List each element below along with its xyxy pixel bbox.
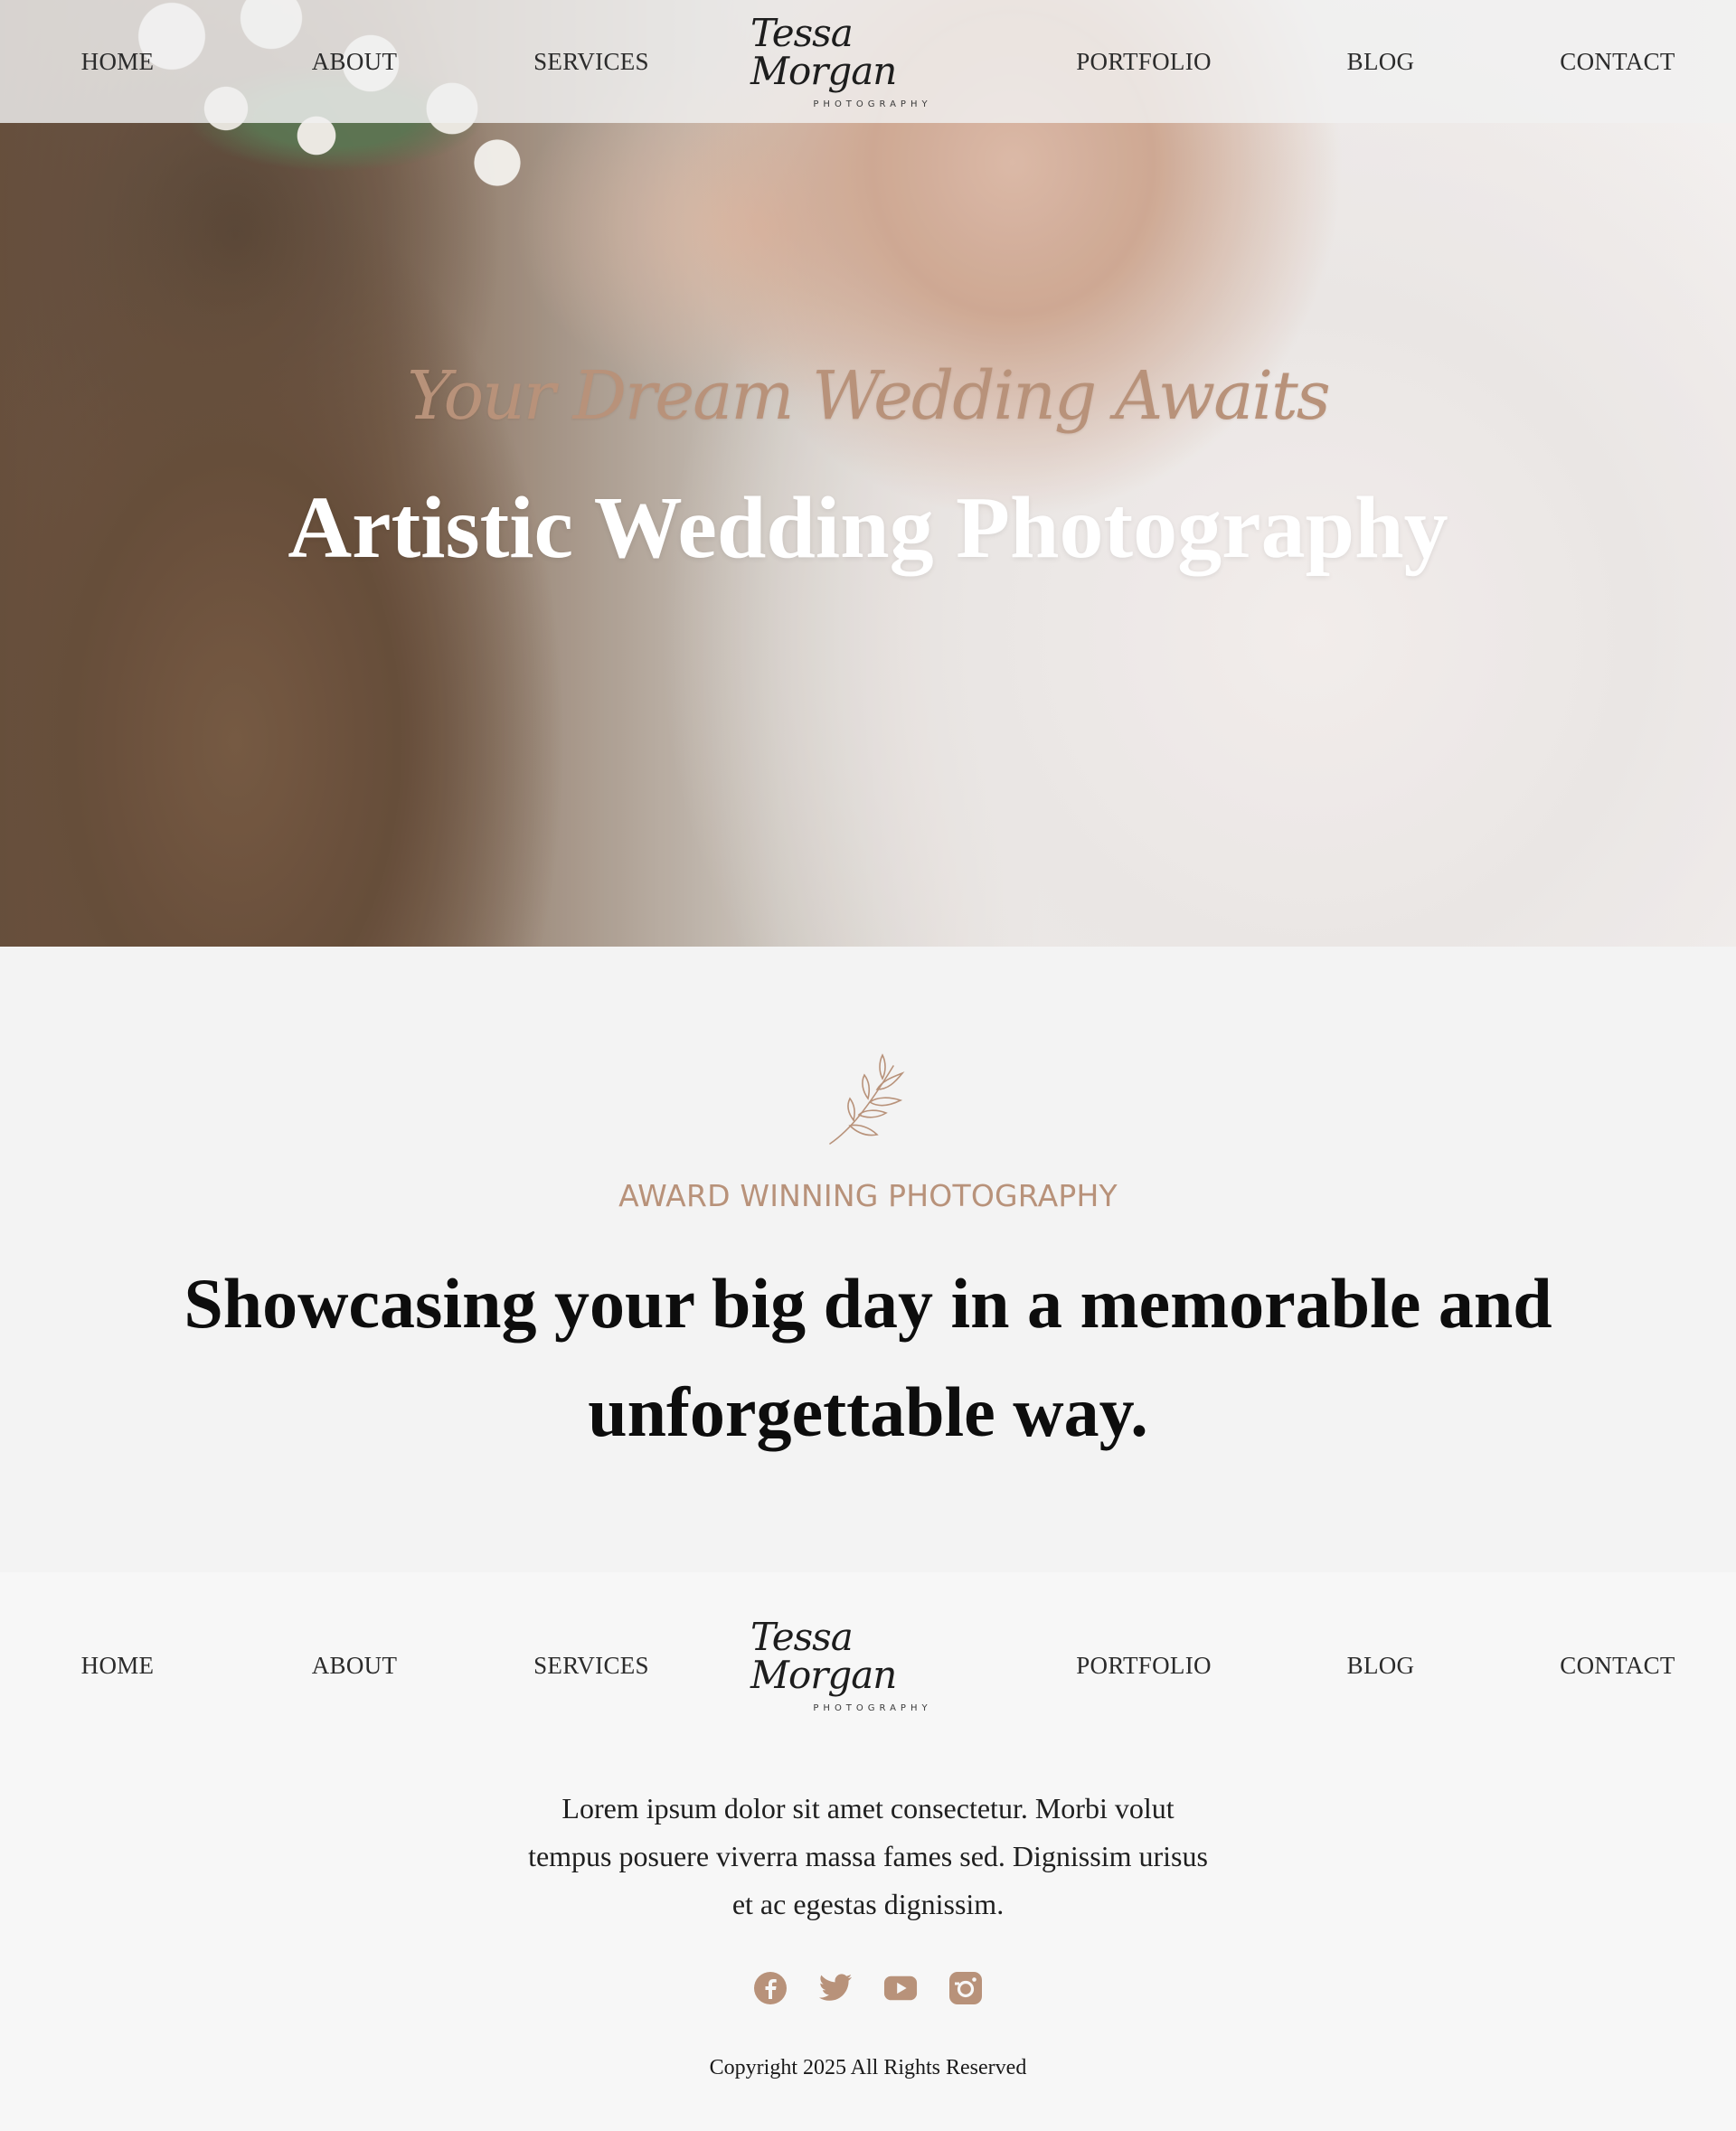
social-links bbox=[0, 1971, 1736, 2005]
nav-services[interactable]: SERVICES bbox=[492, 0, 691, 123]
award-headline: Showcasing your big day in a memorable a… bbox=[184, 1264, 1552, 1451]
hero-section bbox=[0, 0, 1736, 947]
nav-contact[interactable]: CONTACT bbox=[1518, 0, 1717, 123]
logo-script-text: Tessa Morgan bbox=[750, 10, 897, 93]
footer-logo[interactable]: Tessa Morgan PHOTOGRAPHY bbox=[750, 1617, 995, 1713]
nav-about[interactable]: ABOUT bbox=[255, 0, 454, 123]
nav-portfolio[interactable]: PORTFOLIO bbox=[1044, 0, 1243, 123]
facebook-icon[interactable] bbox=[753, 1971, 788, 2005]
instagram-icon[interactable] bbox=[948, 1971, 983, 2005]
footer-nav-blog[interactable]: BLOG bbox=[1281, 1604, 1480, 1727]
footer-navigation: HOME ABOUT SERVICES Tessa Morgan PHOTOGR… bbox=[0, 1604, 1736, 1727]
copyright-text: Copyright 2025 All Rights Reserved bbox=[709, 2056, 1027, 2079]
footer-nav-portfolio[interactable]: PORTFOLIO bbox=[1044, 1604, 1243, 1727]
logo-subtitle: PHOTOGRAPHY bbox=[813, 99, 932, 109]
hero-image-overlay bbox=[0, 0, 1736, 947]
award-eyebrow: AWARD WINNING PHOTOGRAPHY bbox=[618, 1178, 1118, 1213]
footer-logo-script-text: Tessa Morgan bbox=[750, 1614, 897, 1697]
hero-subtitle: Your Dream Wedding Awaits bbox=[407, 357, 1331, 435]
footer-logo-subtitle: PHOTOGRAPHY bbox=[813, 1702, 932, 1713]
footer-nav-home[interactable]: HOME bbox=[18, 1604, 217, 1727]
footer-description: Lorem ipsum dolor sit amet consectetur. … bbox=[528, 1792, 1208, 1920]
twitter-icon[interactable] bbox=[818, 1971, 853, 2005]
hero-title: Artistic Wedding Photography bbox=[288, 479, 1448, 577]
leaf-sprig-icon bbox=[829, 1053, 905, 1145]
footer-nav-services[interactable]: SERVICES bbox=[492, 1604, 691, 1727]
nav-home[interactable]: HOME bbox=[18, 0, 217, 123]
footer-nav-contact[interactable]: CONTACT bbox=[1518, 1604, 1717, 1727]
youtube-icon[interactable] bbox=[883, 1971, 918, 2005]
site-logo[interactable]: Tessa Morgan PHOTOGRAPHY bbox=[750, 14, 995, 109]
footer-nav-about[interactable]: ABOUT bbox=[255, 1604, 454, 1727]
nav-blog[interactable]: BLOG bbox=[1281, 0, 1480, 123]
main-navigation: HOME ABOUT SERVICES Tessa Morgan PHOTOGR… bbox=[0, 0, 1736, 123]
